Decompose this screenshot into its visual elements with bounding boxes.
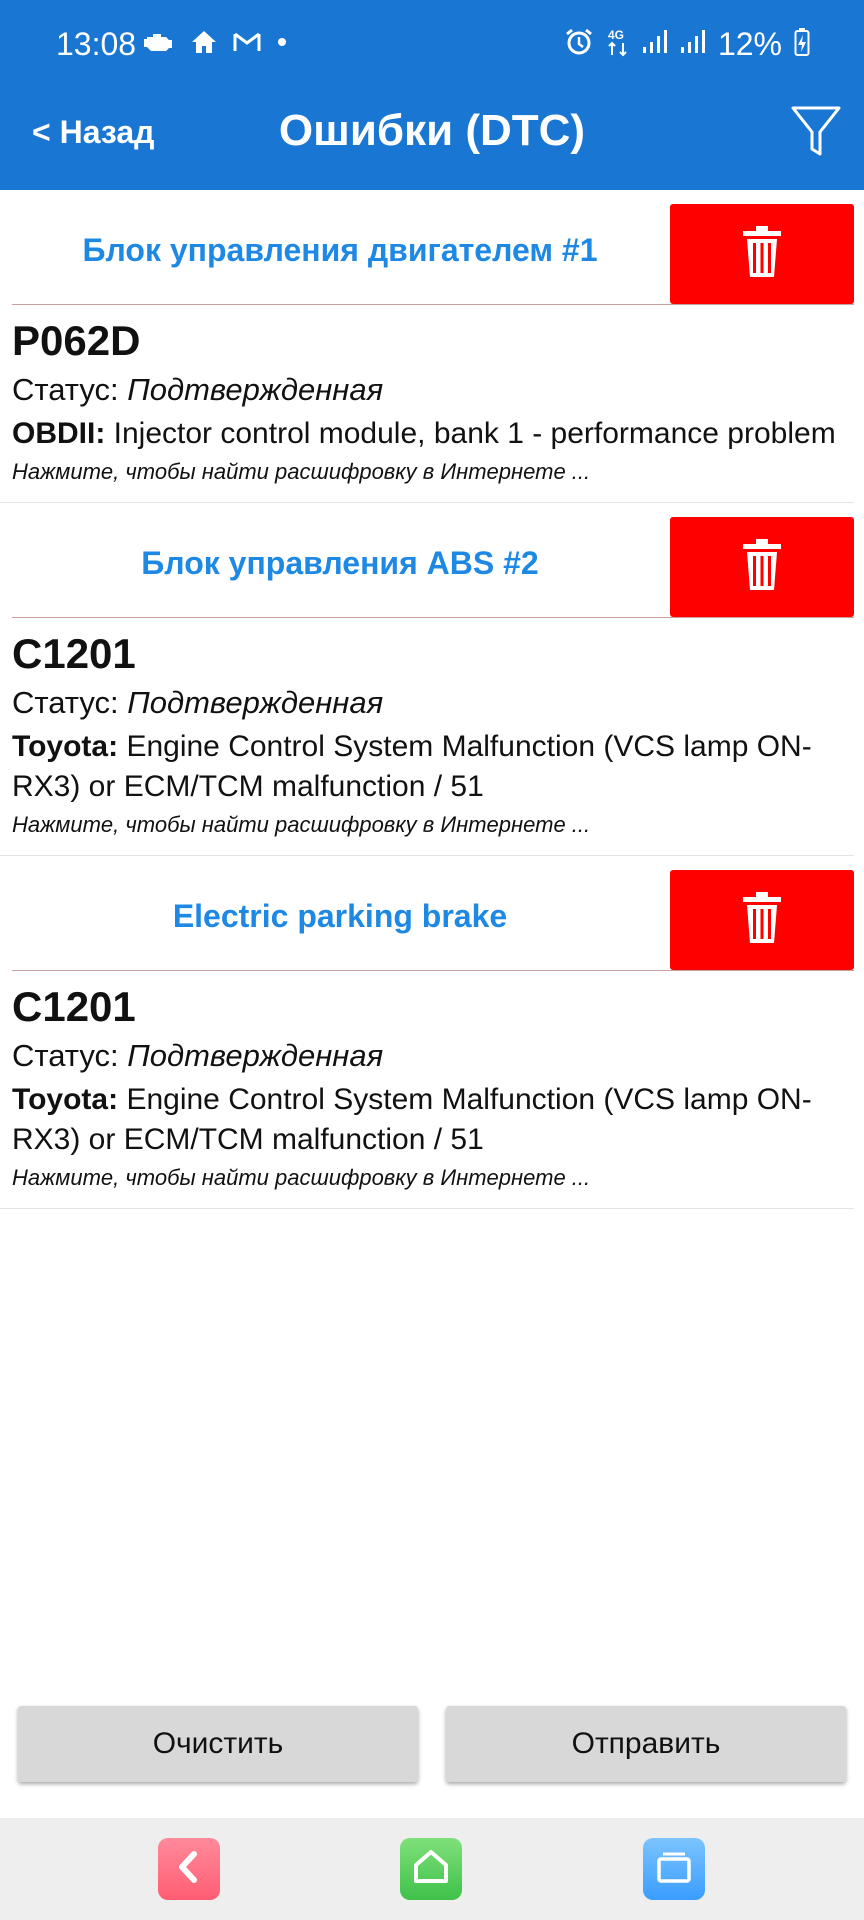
status-label: Статус: xyxy=(12,372,128,407)
trash-icon xyxy=(742,891,782,950)
dtc-list: Блок управления двигателем #1 P062D Стат… xyxy=(0,190,864,1209)
dtc-code: P062D xyxy=(12,317,141,364)
status-left-icons xyxy=(142,28,288,60)
home-icon xyxy=(412,1849,450,1890)
desc-text: Engine Control System Malfunction (VCS l… xyxy=(12,730,812,803)
search-hint[interactable]: Нажмите, чтобы найти расшифровку в Интер… xyxy=(12,454,842,490)
status-value: Подтвержденная xyxy=(127,372,384,407)
mail-icon xyxy=(232,30,262,59)
battery-percent: 12% xyxy=(717,25,782,62)
status-value: Подтвержденная xyxy=(127,1038,384,1073)
module-header: Electric parking brake xyxy=(0,856,864,971)
send-button[interactable]: Отправить xyxy=(446,1706,846,1782)
status-time: 13:08 xyxy=(56,26,137,62)
dtc-status: Статус: Подтвержденная xyxy=(12,366,842,414)
trash-icon xyxy=(742,538,782,597)
svg-text:4G: 4G xyxy=(608,28,624,42)
delete-button[interactable] xyxy=(670,517,854,617)
dtc-description: Toyota: Engine Control System Malfunctio… xyxy=(12,1080,842,1160)
desc-text: Engine Control System Malfunction (VCS l… xyxy=(12,1083,812,1156)
module-header: Блок управления двигателем #1 xyxy=(0,190,864,305)
car-engine-icon xyxy=(142,29,176,60)
status-bar: 13:08 4G 12% xyxy=(0,0,864,90)
battery-charging-icon xyxy=(794,27,810,62)
delete-button[interactable] xyxy=(670,870,854,970)
status-label: Статус: xyxy=(12,685,128,720)
desc-source: Toyota: xyxy=(12,1083,119,1116)
search-hint[interactable]: Нажмите, чтобы найти расшифровку в Интер… xyxy=(12,807,842,843)
dtc-item[interactable]: C1201 Статус: Подтвержденная Toyota: Eng… xyxy=(0,970,854,1209)
page-title: Ошибки (DTC) xyxy=(278,106,586,155)
signal-icon xyxy=(642,29,668,60)
dtc-description: OBDII: Injector control module, bank 1 -… xyxy=(12,414,842,454)
module-name[interactable]: Блок управления ABS #2 xyxy=(12,545,668,582)
status-right-icons: 4G 12% xyxy=(564,26,810,62)
search-hint[interactable]: Нажмите, чтобы найти расшифровку в Интер… xyxy=(12,1160,842,1196)
module-name[interactable]: Electric parking brake xyxy=(12,898,668,935)
nav-back-button[interactable] xyxy=(158,1838,220,1900)
nav-home-button[interactable] xyxy=(400,1838,462,1900)
status-value: Подтвержденная xyxy=(127,685,384,720)
clear-button[interactable]: Очистить xyxy=(18,1706,418,1782)
module-name[interactable]: Блок управления двигателем #1 xyxy=(12,232,668,269)
trash-icon xyxy=(742,225,782,284)
app-bar: < Назад Ошибки (DTC) xyxy=(0,90,864,190)
4g-icon: 4G xyxy=(606,27,630,62)
module-header: Блок управления ABS #2 xyxy=(0,503,864,618)
dtc-code: C1201 xyxy=(12,630,136,677)
dtc-status: Статус: Подтвержденная xyxy=(12,1032,842,1080)
home-icon xyxy=(190,29,218,60)
dtc-description: Toyota: Engine Control System Malfunctio… xyxy=(12,727,842,807)
navigation-bar xyxy=(0,1818,864,1920)
dtc-code: C1201 xyxy=(12,983,136,1030)
dot-icon xyxy=(276,35,288,53)
back-icon xyxy=(174,1850,204,1889)
recent-apps-icon xyxy=(655,1850,693,1889)
desc-source: OBDII: xyxy=(12,417,106,450)
filter-icon[interactable] xyxy=(790,104,842,160)
signal-icon xyxy=(680,29,706,60)
status-label: Статус: xyxy=(12,1038,128,1073)
dtc-status: Статус: Подтвержденная xyxy=(12,679,842,727)
desc-text: Injector control module, bank 1 - perfor… xyxy=(105,417,836,450)
nav-recent-button[interactable] xyxy=(643,1838,705,1900)
dtc-item[interactable]: C1201 Статус: Подтвержденная Toyota: Eng… xyxy=(0,617,854,856)
dtc-item[interactable]: P062D Статус: Подтвержденная OBDII: Inje… xyxy=(0,304,854,503)
alarm-icon xyxy=(564,27,594,62)
desc-source: Toyota: xyxy=(12,730,119,763)
delete-button[interactable] xyxy=(670,204,854,304)
